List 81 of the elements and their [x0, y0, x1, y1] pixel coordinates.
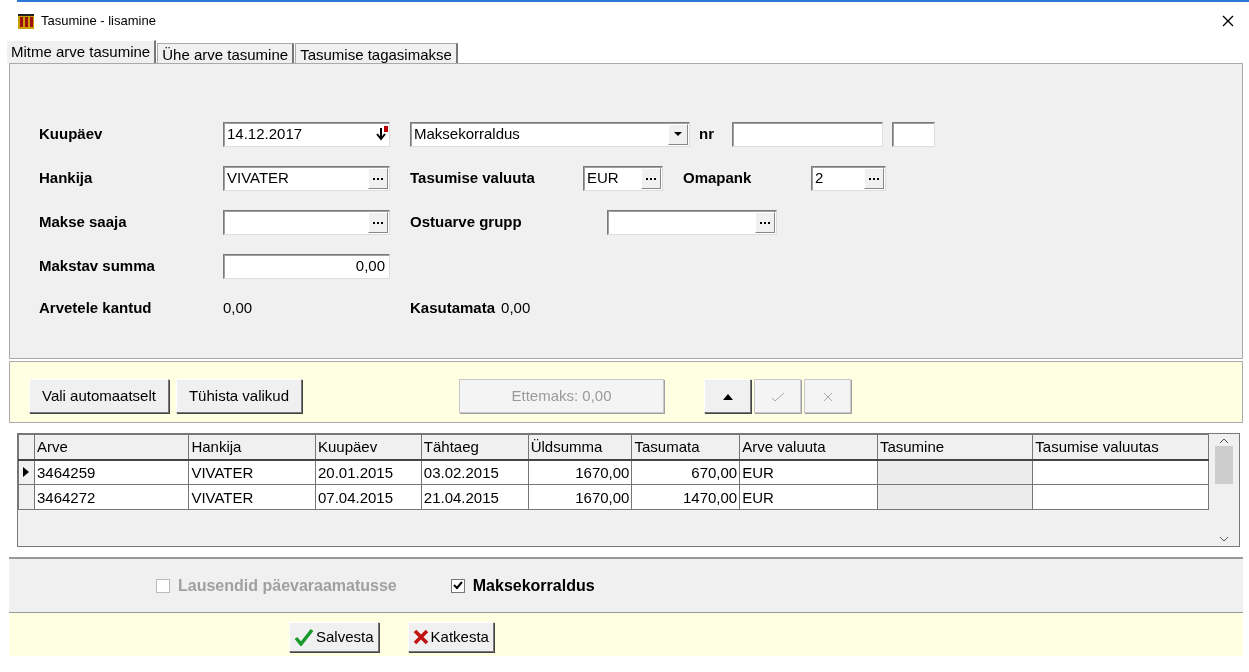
field-label: Makstav summa	[39, 255, 156, 276]
calendar-icon	[375, 125, 389, 143]
tab[interactable]: Ühe arve tasumine	[157, 43, 295, 63]
ellipsis-icon	[372, 220, 384, 224]
field-label: Kuupäev	[39, 123, 104, 144]
payee-field[interactable]	[223, 209, 390, 235]
bank-field[interactable]: 2	[811, 165, 886, 191]
number-suffix-field[interactable]	[892, 121, 935, 147]
lookup-button[interactable]	[864, 167, 884, 189]
scroll-up-icon	[1219, 438, 1230, 444]
move-up-button[interactable]	[704, 379, 751, 413]
cancel-button[interactable]: Katkesta	[407, 622, 494, 652]
toolbar-button[interactable]: Tühista valikud	[175, 379, 302, 413]
date-field[interactable]: 14.12.2017	[223, 121, 390, 147]
column-header[interactable]: Arve	[34, 434, 189, 460]
type-dropdown[interactable]: Maksekorraldus	[410, 121, 690, 147]
lookup-button[interactable]	[755, 211, 775, 233]
table-cell: 20.01.2015	[315, 459, 422, 485]
table-cell: VIVATER	[188, 459, 316, 485]
table-cell: 1470,00	[631, 484, 740, 510]
app-icon	[17, 12, 35, 30]
table-cell: 1670,00	[528, 484, 632, 510]
column-header[interactable]: Üldsumma	[528, 434, 632, 460]
table-cell: 21.04.2015	[421, 484, 529, 510]
check-icon	[452, 581, 463, 590]
ellipsis-icon	[759, 220, 771, 224]
tab[interactable]: Tasumise tagasimakse	[295, 43, 458, 63]
field-label: Ostuarve grupp	[410, 211, 523, 232]
ellipsis-icon	[372, 176, 384, 180]
checkbox-label: Lausendid päevaraamatusse	[178, 575, 397, 596]
scroll-down-icon	[1219, 536, 1230, 542]
table-cell: 3464272	[34, 484, 189, 510]
table-cell: EUR	[739, 459, 878, 485]
column-header[interactable]: Tasumise valuutas	[1032, 434, 1209, 460]
cross-icon	[412, 629, 429, 645]
ellipsis-icon	[868, 176, 880, 180]
amount-field[interactable]: 0,00	[223, 253, 390, 279]
lookup-button[interactable]	[368, 211, 388, 233]
field-label: Omapank	[683, 167, 753, 188]
table-cell: 3464259	[34, 459, 189, 485]
table-cell: 670,00	[631, 459, 740, 485]
field-label: Kasutamata	[410, 297, 496, 318]
field-label: nr	[699, 123, 715, 144]
column-header[interactable]: Tasumata	[631, 434, 740, 460]
save-button[interactable]: Salvesta	[289, 622, 379, 652]
amount-value: 0,00	[223, 297, 254, 318]
up-arrow-icon	[721, 392, 734, 401]
supplier-field[interactable]: VIVATER	[223, 165, 390, 191]
table-cell: 03.02.2015	[421, 459, 529, 485]
field-label: Arvetele kantud	[39, 297, 153, 318]
column-header[interactable]: Tähtaeg	[421, 434, 529, 460]
table-cell: 1670,00	[528, 459, 632, 485]
lookup-button[interactable]	[368, 167, 388, 189]
cross-icon	[822, 391, 833, 402]
amount-value: 0,00	[501, 297, 531, 318]
close-icon	[1221, 14, 1235, 28]
field-label: Hankija	[39, 167, 94, 188]
field-label: Makse saaja	[39, 211, 128, 232]
column-header[interactable]: Tasumine	[877, 434, 1033, 460]
checkbox-label: Maksekorraldus	[472, 575, 595, 596]
column-header[interactable]: Hankija	[188, 434, 316, 460]
currency-field[interactable]: EUR	[583, 165, 663, 191]
toolbar-button[interactable]: Vali automaatselt	[29, 379, 169, 413]
group-field[interactable]	[607, 209, 777, 235]
column-header[interactable]: Kuupäev	[315, 434, 422, 460]
field-label: Tasumise valuuta	[410, 167, 536, 188]
column-header[interactable]: Arve valuuta	[739, 434, 878, 460]
number-field[interactable]	[732, 121, 883, 147]
ellipsis-icon	[645, 176, 657, 180]
check-icon	[770, 391, 785, 402]
tab[interactable]: Mitme arve tasumine	[6, 40, 157, 63]
table-cell: VIVATER	[188, 484, 316, 510]
table-cell: 07.04.2015	[315, 484, 422, 510]
check-icon	[294, 628, 314, 646]
window-title: Tasumine - lisamine	[41, 12, 157, 31]
table-cell: EUR	[739, 484, 878, 510]
checkbox[interactable]: Maksekorraldus	[450, 573, 595, 598]
checkbox-box[interactable]	[450, 578, 465, 593]
caret-icon	[673, 131, 683, 137]
scrollbar-thumb[interactable]	[1215, 446, 1234, 484]
lookup-button[interactable]	[641, 167, 661, 189]
